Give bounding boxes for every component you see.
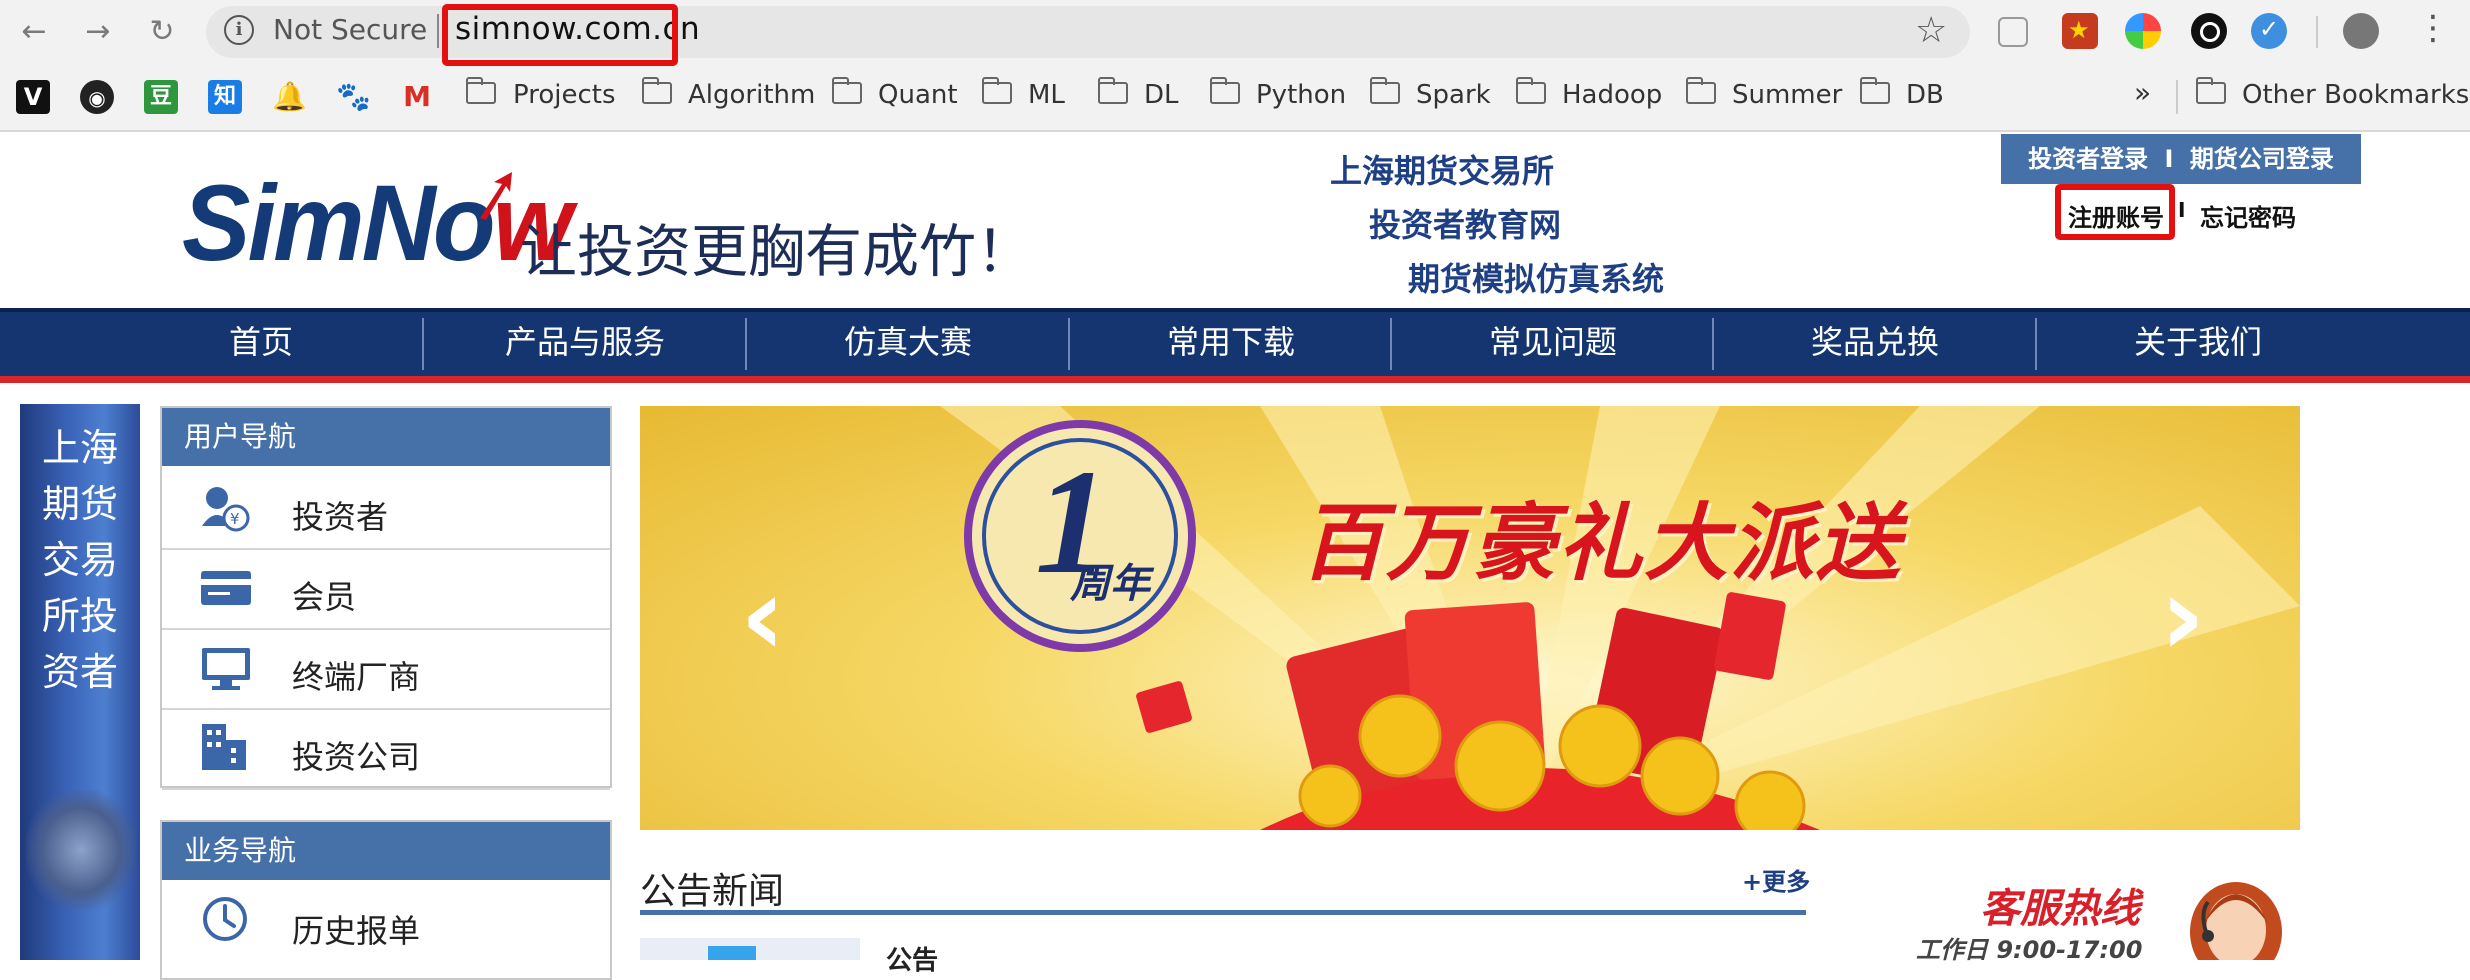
folder-icon	[982, 77, 1012, 104]
login-separator: I	[2164, 145, 2174, 173]
monitor-icon	[202, 648, 250, 690]
rocket-icon[interactable]: 🔔	[272, 80, 307, 114]
nav-home[interactable]: 首页	[100, 308, 422, 376]
folder-icon	[1370, 77, 1400, 104]
extension-star-icon[interactable]: ★	[2062, 13, 2098, 49]
bookmark-quant[interactable]: Quant	[878, 80, 958, 110]
extension-check-icon[interactable]: ✓	[2251, 13, 2287, 49]
github-icon[interactable]: ◉	[80, 80, 114, 114]
folder-icon	[1516, 77, 1546, 104]
nav-rewards[interactable]: 奖品兑换	[1714, 308, 2036, 376]
gmail-icon[interactable]: M	[400, 80, 434, 114]
folder-icon	[2196, 77, 2226, 104]
profile-avatar[interactable]	[2343, 13, 2379, 49]
register-highlight-box	[2055, 184, 2175, 240]
url-highlight-box	[442, 4, 678, 66]
news-thumbnail[interactable]	[640, 938, 860, 960]
back-icon[interactable]: ←	[12, 12, 56, 52]
photos-icon[interactable]	[2125, 13, 2161, 49]
bookmark-spark[interactable]: Spark	[1416, 80, 1491, 110]
site-slogan: 让投资更胸有成竹！	[520, 219, 1033, 285]
bookmarks-divider	[2176, 80, 2178, 114]
investor-icon: ¥	[202, 487, 250, 532]
address-separator	[437, 14, 439, 48]
reload-icon[interactable]: ↻	[140, 12, 184, 52]
folder-icon	[1686, 77, 1716, 104]
business-nav-history-label[interactable]: 历史报单	[292, 906, 420, 952]
bookmark-ml[interactable]: ML	[1028, 80, 1065, 110]
bookmark-hadoop[interactable]: Hadoop	[1562, 80, 1662, 110]
news-title: 公告新闻	[640, 871, 785, 912]
bookmark-summer[interactable]: Summer	[1732, 80, 1842, 110]
banner-prev-arrow[interactable]: ‹	[740, 561, 785, 671]
service-agent-avatar	[2190, 882, 2282, 960]
building-icon	[202, 724, 246, 770]
building-photo	[26, 790, 136, 910]
banner-headline: 百万豪礼大派送	[1300, 494, 1903, 592]
banner-rays	[940, 406, 2300, 830]
paw-icon[interactable]: 🐾	[336, 80, 371, 114]
folder-icon	[1098, 77, 1128, 104]
investor-login-link[interactable]: 投资者登录	[2028, 145, 2148, 173]
douban-icon[interactable]: 豆	[144, 80, 178, 114]
news-thumbnail-mark	[708, 946, 756, 960]
badge-text: 周年	[1070, 561, 1150, 607]
folder-icon	[1860, 77, 1890, 104]
left-banner-text: 上海期货交易所投资者	[41, 426, 118, 694]
folder-icon	[642, 77, 672, 104]
security-label: Not Secure	[273, 13, 428, 46]
extension-code-icon[interactable]	[1998, 17, 2028, 47]
toolbar-divider	[2316, 16, 2318, 48]
forgot-password-link[interactable]: 忘记密码	[2200, 198, 2296, 233]
bookmark-dl[interactable]: DL	[1144, 80, 1179, 110]
banner-next-arrow[interactable]: ›	[2160, 561, 2205, 671]
nav-about[interactable]: 关于我们	[2037, 308, 2359, 376]
system-line-1: 上海期货交易所	[1330, 152, 1555, 190]
folder-icon	[832, 77, 862, 104]
menu-kebab-icon[interactable]: ⋮	[2416, 8, 2450, 48]
nav-downloads[interactable]: 常用下载	[1070, 308, 1392, 376]
card-icon	[201, 571, 251, 605]
bookmark-projects[interactable]: Projects	[513, 80, 616, 110]
company-login-link[interactable]: 期货公司登录	[2190, 145, 2334, 173]
service-hotline-title: 客服热线	[1980, 886, 2140, 932]
clock-icon	[203, 897, 247, 941]
user-nav-member-label: 会员	[292, 578, 357, 616]
user-nav-company-label: 投资公司	[292, 738, 421, 776]
nav-faq[interactable]: 常见问题	[1392, 308, 1714, 376]
bookmark-other[interactable]: Other Bookmarks	[2242, 80, 2469, 110]
svg-text:¥: ¥	[230, 510, 240, 528]
forward-icon[interactable]: →	[76, 12, 120, 52]
bookmark-algorithm[interactable]: Algorithm	[688, 80, 815, 110]
extension-ring-icon[interactable]	[2191, 13, 2227, 49]
system-line-2: 投资者教育网	[1369, 206, 1562, 244]
promo-banner[interactable]: 1 周年 百万豪礼大派送 ‹ ›	[640, 406, 2300, 830]
nav-products[interactable]: 产品与服务	[424, 308, 746, 376]
news-underline	[640, 910, 1806, 915]
info-icon[interactable]: i	[224, 15, 254, 45]
bookmark-db[interactable]: DB	[1906, 80, 1944, 110]
news-item-label[interactable]: 公告	[886, 940, 938, 977]
folder-icon	[466, 77, 496, 104]
business-nav-title: 业务导航	[162, 822, 610, 880]
user-nav-investor-label: 投资者	[292, 498, 389, 536]
bookmarks-overflow-icon[interactable]: »	[2134, 76, 2151, 109]
bookmark-v-icon[interactable]: V	[16, 80, 50, 114]
system-line-3: 期货模拟仿真系统	[1408, 260, 1665, 298]
bookmark-star-icon[interactable]: ☆	[1915, 10, 1947, 51]
nav-contest[interactable]: 仿真大赛	[747, 308, 1069, 376]
logo-main-text: SimNo	[182, 162, 496, 283]
user-nav-title: 用户导航	[162, 408, 610, 466]
bookmark-python[interactable]: Python	[1256, 80, 1346, 110]
zhihu-icon[interactable]: 知	[208, 80, 242, 114]
logo-arrow-icon	[480, 172, 512, 220]
login-bar: 投资者登录 I 期货公司登录	[2001, 134, 2361, 184]
folder-icon	[1210, 77, 1240, 104]
news-more-link[interactable]: +更多	[1742, 862, 1810, 897]
main-nav-red-line	[0, 376, 2470, 383]
user-nav-vendor-label: 终端厂商	[292, 658, 421, 696]
link-separator: I	[2178, 198, 2186, 222]
